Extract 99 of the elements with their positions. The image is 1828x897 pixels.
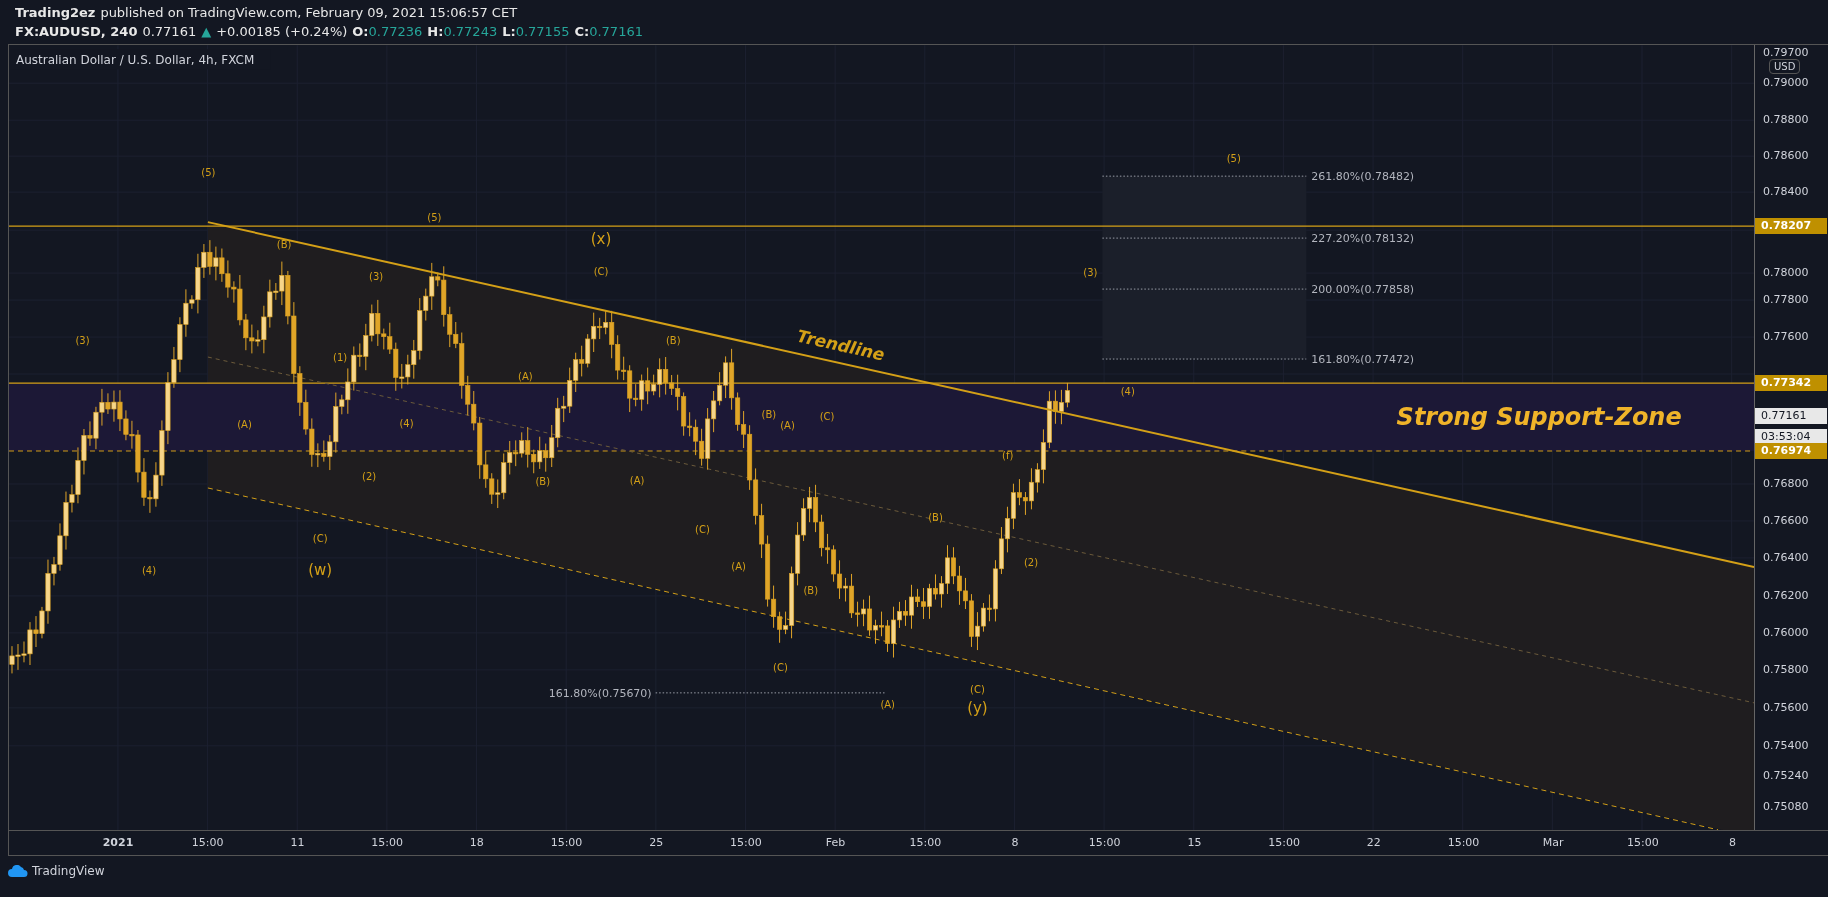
wave-label: (2) <box>1023 557 1039 569</box>
price-axis-label: 0.78800 <box>1763 113 1809 127</box>
wave-label: (B) <box>535 475 551 487</box>
wave-label: (B) <box>666 334 681 346</box>
wave-label: (3) <box>369 270 384 282</box>
fibonacci-level-label: 161.80%(0.77472) <box>1311 353 1415 367</box>
wave-label: (3) <box>75 334 90 346</box>
change-arrow: ▲ <box>201 23 212 41</box>
ohlc-value: 0.77236 <box>368 23 423 41</box>
wave-label: (4) <box>141 565 157 577</box>
time-axis-label: 15:00 <box>371 836 403 849</box>
symbol-ticker: FX:AUDUSD, 240 <box>15 23 138 41</box>
time-axis-label: 25 <box>649 836 664 849</box>
wave-label: (5) <box>1226 153 1241 165</box>
wave-label: (C) <box>773 662 788 674</box>
publish-info: published on TradingView.com, February 09, 2021 15:06:57 CET <box>100 4 518 22</box>
wave-label: (4) <box>399 417 414 429</box>
wave-label: (4) <box>1120 386 1135 398</box>
price-axis-label: 0.75080 <box>1763 800 1809 814</box>
time-axis-label: 15 <box>1187 836 1202 849</box>
wave-label: (5) <box>201 167 216 178</box>
time-axis-label: 15:00 <box>1088 836 1121 849</box>
time-axis-label: 2021 <box>102 836 134 849</box>
wave-label: (C) <box>695 523 710 535</box>
time-axis-label: 15:00 <box>909 836 942 849</box>
wave-label: (A) <box>780 419 795 431</box>
fibonacci-level-label: 227.20%(0.78132) <box>1311 232 1415 246</box>
time-axis-label: 15:00 <box>1447 836 1480 849</box>
price-tag: 0.76974 <box>1755 443 1828 459</box>
fibonacci-level-label: 161.80%(0.75670) <box>548 686 652 700</box>
time-axis-label: 8 <box>1729 836 1737 849</box>
price-axis-label: 0.76400 <box>1763 551 1809 565</box>
price-axis-label: 0.75400 <box>1763 739 1809 753</box>
ohlc-value: 0.77243 <box>443 23 498 41</box>
wave-label: (C) <box>312 532 328 544</box>
price-axis-label: 0.75800 <box>1763 663 1809 677</box>
wave-label: (B) <box>761 409 777 421</box>
price-tag: 0.77342 <box>1755 375 1828 391</box>
price-axis-label: 0.78000 <box>1763 266 1809 280</box>
wave-label: (B) <box>803 585 819 597</box>
price-axis-label: 0.77600 <box>1763 330 1809 344</box>
wave-label: (w) <box>308 561 333 580</box>
wave-label: (A) <box>237 418 252 430</box>
wave-label: (5) <box>427 212 442 224</box>
time-axis-label: 18 <box>469 836 484 849</box>
ohlc-key: O: <box>352 22 369 41</box>
fibonacci-level-label: 261.80%(0.78482) <box>1311 170 1415 184</box>
wave-label: (2) <box>362 471 377 483</box>
brand-name: TradingView <box>32 864 105 878</box>
time-axis-label: 15:00 <box>730 836 762 849</box>
time-axis-label: Feb <box>825 836 846 849</box>
time-axis-label: 15:00 <box>1627 836 1659 849</box>
cloud-logo-icon <box>8 865 28 877</box>
wave-label: (3) <box>1083 267 1098 279</box>
price-axis-label: 0.79000 <box>1763 76 1809 90</box>
time-axis-label: 15:00 <box>1268 836 1300 849</box>
wave-label: (B) <box>276 239 292 251</box>
wave-label: (x) <box>590 230 612 249</box>
price-axis-label: 0.78600 <box>1763 149 1809 163</box>
wave-label: (A) <box>731 560 746 572</box>
currency-label: USD <box>1769 59 1801 74</box>
wave-label: (1) <box>333 352 348 364</box>
wave-label: (f) <box>1002 450 1014 462</box>
price-tag: 0.77161 <box>1755 408 1828 424</box>
ohlc-value: 0.77161 <box>589 23 643 41</box>
wave-label: (B) <box>928 511 943 523</box>
ohlc-key: H: <box>427 22 444 41</box>
price-axis-label: 0.76600 <box>1763 514 1809 528</box>
price-axis-label: 0.75240 <box>1763 769 1809 783</box>
chart-title: Australian Dollar / U.S. Dollar, 4h, FXCM <box>16 53 255 68</box>
time-axis-label: 15:00 <box>191 836 224 849</box>
ohlc-key: L: <box>502 22 516 41</box>
wave-label: (A) <box>629 474 645 486</box>
wave-label: (A) <box>518 370 533 382</box>
time-axis-label: 22 <box>1366 836 1381 849</box>
time-axis-label: 11 <box>290 836 305 849</box>
wave-label: (A) <box>880 699 895 711</box>
author-name[interactable]: Trading2ez <box>15 3 96 22</box>
wave-label: (y) <box>967 698 988 717</box>
price-axis-label: 0.76200 <box>1763 589 1809 603</box>
wave-label: (C) <box>970 684 985 696</box>
time-axis-label: Mar <box>1542 836 1564 849</box>
price-axis-label: 0.76000 <box>1763 626 1809 640</box>
price-axis-label: 0.77800 <box>1763 293 1809 307</box>
ohlc-key: C: <box>574 22 590 41</box>
price-tag: 0.78207 <box>1755 218 1828 234</box>
last-price: 0.77161 <box>142 23 197 41</box>
time-axis-label: 15:00 <box>550 836 583 849</box>
fibonacci-level-label: 200.00%(0.77858) <box>1311 283 1415 297</box>
wave-label: (C) <box>819 410 835 422</box>
price-axis-label: 0.78400 <box>1763 185 1809 199</box>
price-axis-label: 0.75600 <box>1763 701 1809 715</box>
price-axis-label: 0.76800 <box>1763 477 1809 491</box>
support-zone-label: Strong Support-Zone <box>1396 403 1682 431</box>
wave-label: (C) <box>593 266 609 278</box>
price-axis-label: 0.79700 <box>1763 46 1809 60</box>
time-axis-label: 8 <box>1011 836 1019 849</box>
price-change: +0.00185 (+0.24%) <box>216 23 348 41</box>
ohlc-value: 0.77155 <box>515 23 570 41</box>
